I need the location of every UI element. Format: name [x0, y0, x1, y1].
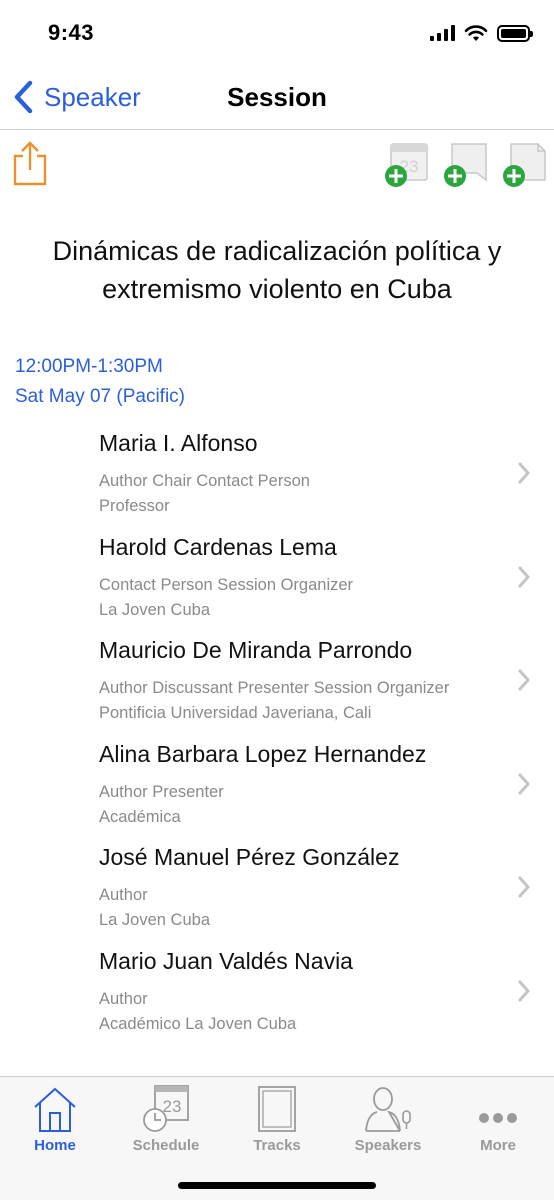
tab-tracks[interactable]: Tracks: [222, 1083, 332, 1154]
chevron-right-icon: [518, 566, 530, 587]
chevron-right-icon: [518, 462, 530, 484]
add-to-calendar-icon: 23: [385, 143, 428, 187]
add-note-button[interactable]: [502, 142, 548, 188]
add-bookmark-icon: [444, 143, 487, 187]
tab-home[interactable]: Home: [0, 1083, 110, 1154]
speaker-roles: Author Chair Contact Person: [99, 472, 310, 490]
share-icon: [13, 141, 47, 186]
speaker-name: Mauricio De Miranda Parrondo: [99, 637, 413, 663]
speaker-name: José Manuel Pérez González: [99, 844, 400, 870]
tab-home-label: Home: [34, 1137, 76, 1154]
speaker-row[interactable]: Harold Cardenas Lema Contact Person Sess…: [0, 524, 554, 628]
speakers-icon: [365, 1087, 411, 1132]
add-to-calendar-button[interactable]: 23: [384, 142, 430, 188]
speaker-affiliation: La Joven Cuba: [99, 911, 210, 929]
session-time: 12:00PM-1:30PM Sat May 07 (Pacific): [15, 352, 185, 412]
wifi-icon: [464, 25, 488, 41]
speaker-name: Mario Juan Valdés Navia: [99, 947, 353, 974]
tracks-icon: [258, 1086, 296, 1132]
speaker-affiliation: La Joven Cuba: [99, 600, 210, 619]
session-time-range: 12:00PM-1:30PM: [15, 356, 163, 377]
page-title: Session: [227, 82, 327, 112]
status-icons: [430, 24, 533, 42]
more-icon: [479, 1113, 517, 1123]
navigation-bar: Speaker Session: [0, 72, 554, 130]
home-indicator[interactable]: [178, 1182, 376, 1189]
speaker-name: Harold Cardenas Lema: [99, 533, 337, 560]
schedule-calendar-day: 23: [163, 1097, 182, 1116]
tab-schedule-label: Schedule: [132, 1137, 200, 1154]
share-button[interactable]: [12, 140, 48, 191]
chevron-right-icon: [518, 669, 530, 691]
session-date: Sat May 07 (Pacific): [15, 386, 185, 407]
home-icon: [34, 1087, 76, 1132]
add-bookmark-button[interactable]: [443, 142, 489, 188]
status-time: 9:43: [48, 20, 95, 45]
session-title: Dinámicas de radicalización política y e…: [52, 236, 502, 304]
speaker-roles: Author Presenter: [99, 782, 224, 801]
speaker-affiliation: Académica: [99, 807, 181, 826]
battery-icon: [497, 24, 533, 42]
speaker-name: Alina Barbara Lopez Hernandez: [99, 740, 427, 767]
schedule-icon: 23: [143, 1085, 189, 1132]
tab-schedule[interactable]: 23 Schedule: [111, 1083, 221, 1154]
speaker-affiliation: Professor: [99, 497, 170, 515]
speaker-roles: Author Discussant Presenter Session Orga…: [99, 679, 450, 697]
speaker-row[interactable]: Mauricio De Miranda Parrondo Author Disc…: [0, 627, 554, 731]
speaker-affiliation: Pontificia Universidad Javeriana, Cali: [99, 704, 372, 722]
tab-speakers-label: Speakers: [354, 1137, 422, 1154]
chevron-right-icon: [518, 980, 530, 1001]
cellular-signal-icon: [430, 25, 455, 41]
speaker-list: Maria I. Alfonso Author Chair Contact Pe…: [0, 420, 554, 1041]
chevron-right-icon: [518, 876, 530, 898]
tab-more-label: More: [480, 1137, 516, 1154]
speaker-row[interactable]: Mario Juan Valdés Navia Author Académico…: [0, 938, 554, 1042]
add-note-icon: [503, 143, 546, 187]
chevron-right-icon: [518, 773, 530, 794]
speaker-row[interactable]: Maria I. Alfonso Author Chair Contact Pe…: [0, 420, 554, 524]
speaker-affiliation: Académico La Joven Cuba: [99, 1014, 297, 1033]
speaker-roles: Author: [99, 989, 148, 1008]
tab-more[interactable]: More: [443, 1083, 553, 1154]
tab-tracks-label: Tracks: [253, 1137, 301, 1154]
speaker-row[interactable]: Alina Barbara Lopez Hernandez Author Pre…: [0, 731, 554, 835]
speaker-roles: Author: [99, 886, 148, 904]
speaker-row[interactable]: José Manuel Pérez González Author La Jov…: [0, 834, 554, 938]
speaker-roles: Contact Person Session Organizer: [99, 575, 354, 594]
status-bar: 9:43: [0, 0, 554, 72]
tab-speakers[interactable]: Speakers: [333, 1083, 443, 1154]
session-toolbar: 23: [0, 140, 554, 192]
speaker-name: Maria I. Alfonso: [99, 430, 258, 456]
